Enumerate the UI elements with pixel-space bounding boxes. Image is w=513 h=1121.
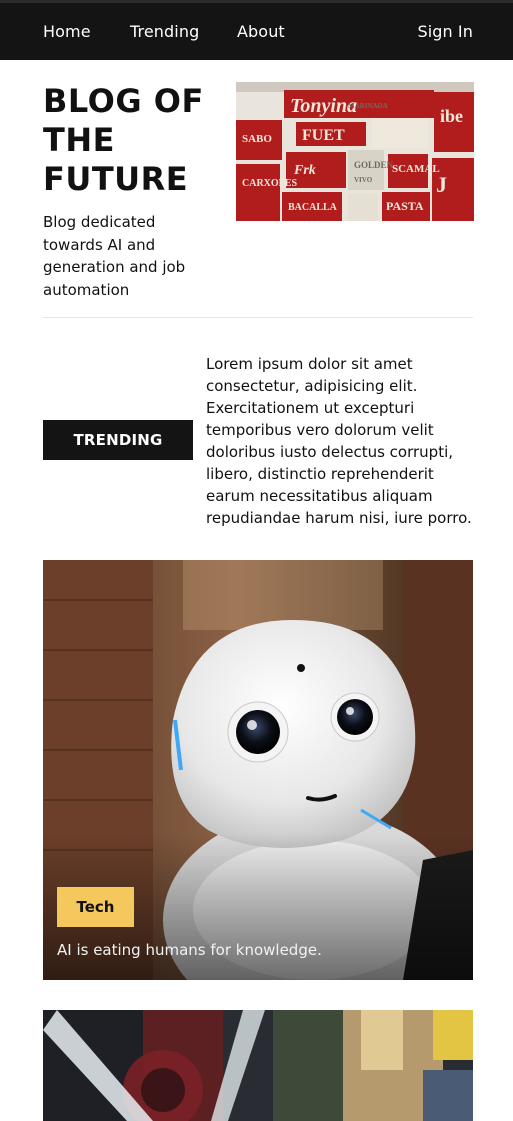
trending-description: Lorem ipsum dolor sit amet consectetur, … [206,355,472,527]
svg-text:SABO: SABO [242,133,272,145]
blurred-street-photo [43,1010,473,1121]
article-caption[interactable]: AI is eating humans for knowledge. [57,940,457,960]
svg-text:SCAMAL: SCAMAL [392,163,440,175]
nav-sign-in-link[interactable]: Sign In [417,22,473,41]
svg-text:PASTA: PASTA [386,199,424,213]
secondary-article-card[interactable] [43,1010,473,1121]
trending-badge: TRENDING [43,420,193,460]
page-title: BLOG OF THE FUTURE [43,82,204,198]
svg-text:BACALLA: BACALLA [288,202,338,213]
svg-text:CARXOFES: CARXOFES [242,178,297,189]
svg-text:GOLDEN: GOLDEN [354,160,394,170]
svg-text:Frk: Frk [293,163,316,178]
svg-text:ibe: ibe [440,106,463,126]
hero-poster-image: Tonyina SABO FUET ibe CARXOFES Frk SCAMA… [236,82,474,221]
svg-text:J: J [436,172,447,197]
nav-trending-link[interactable]: Trending [130,22,199,41]
nav-about-link[interactable]: About [237,22,285,41]
nav-home-link[interactable]: Home [43,22,91,41]
hero-section: BLOG OF THE FUTURE Blog dedicated toward… [43,80,474,318]
svg-text:VIVO: VIVO [354,176,373,184]
svg-text:MARINADA: MARINADA [348,102,388,110]
page-subtitle: Blog dedicated towards AI and generation… [43,213,186,299]
svg-text:FUET: FUET [302,127,345,144]
top-navigation: Home Trending About Sign In [0,0,513,60]
svg-text:Tonyina: Tonyina [290,95,357,117]
category-tag[interactable]: Tech [57,887,134,927]
